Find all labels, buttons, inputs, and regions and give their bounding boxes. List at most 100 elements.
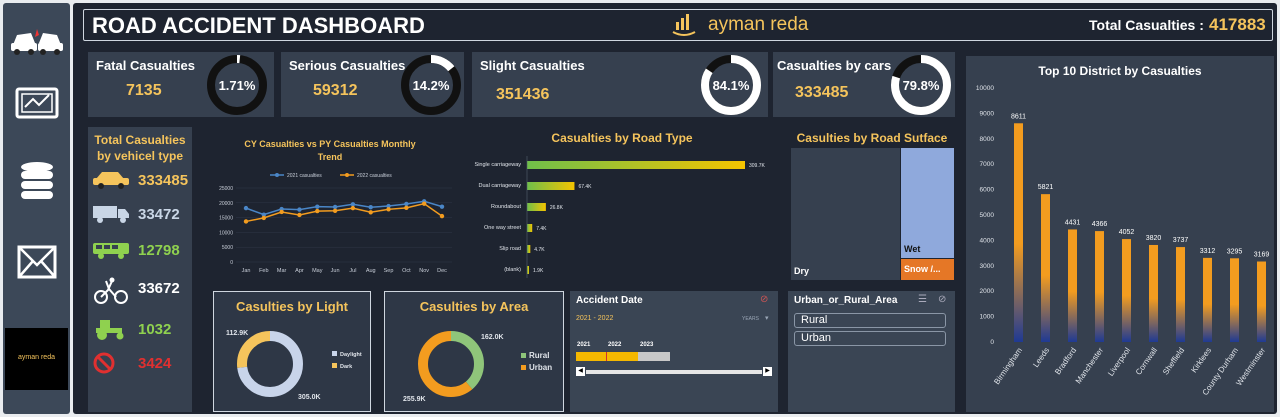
series-point: [315, 204, 320, 209]
legend-marker: [275, 173, 279, 177]
area-donut-chart: 162.0K 255.9K Rural Urban: [403, 331, 552, 403]
mail-icon[interactable]: [11, 243, 63, 283]
chart-title: Top 10 District by Casualties: [1038, 64, 1202, 78]
scroll-left-icon[interactable]: ◀: [576, 367, 585, 376]
x-tick-label: Manchester: [1074, 346, 1106, 386]
category-label: Roundabout: [491, 204, 521, 210]
series-point: [332, 204, 338, 210]
kpi-value: 333485: [795, 84, 849, 101]
sidebar-logo: ayman reda: [5, 328, 68, 390]
bar: [1230, 258, 1239, 342]
series-point: [261, 215, 267, 221]
vehicle-subtitle: by vehicel type: [96, 149, 184, 163]
data-label: 3312: [1200, 248, 1216, 255]
line-chart: 2021 casualties 2022 casualties 25000 20000…: [219, 173, 452, 274]
money-hand-icon: [672, 14, 696, 36]
data-label: 4052: [1119, 229, 1135, 236]
y-tick-label: 15000: [219, 216, 233, 222]
series-point: [386, 207, 391, 212]
series-point: [368, 205, 373, 210]
kpi-label: Fatal Casualties: [96, 58, 195, 73]
legend-label: 2021 casualties: [287, 173, 322, 179]
legend-swatch: [332, 351, 337, 356]
x-tick-label: Sep: [384, 268, 394, 274]
page-title: ROAD ACCIDENT DASHBOARD: [92, 13, 425, 38]
y-tick-label: 3000: [980, 263, 995, 270]
series-point: [315, 208, 320, 214]
legend-swatch: [521, 353, 526, 358]
tractor-icon: [92, 318, 130, 345]
category-label: Single carriageway: [475, 162, 522, 168]
vehicle-value: 3424: [138, 355, 172, 372]
chart-title: Casulties by Area: [419, 299, 529, 314]
slicer-option-rural[interactable]: Rural: [794, 313, 946, 328]
series-point: [421, 201, 427, 206]
bar: [527, 182, 575, 190]
data-label: 3737: [1173, 237, 1189, 244]
data-label: 5821: [1038, 184, 1054, 191]
legend-label: 2022 casualties: [357, 173, 392, 179]
timeline-slicer[interactable]: Accident Date ⊘ 2021 - 2022 YEARS ▾ 2021…: [570, 291, 778, 412]
surface-snow-label: Snow /...: [904, 264, 941, 274]
scroll-right-icon[interactable]: ▶: [763, 367, 772, 376]
y-tick-label: 10000: [219, 230, 233, 236]
kpi-donut: 84.1%: [701, 55, 761, 115]
y-tick-label: 8000: [980, 136, 995, 143]
series-point: [404, 201, 409, 207]
slicer-option-urban[interactable]: Urban: [794, 331, 946, 346]
bar: [1068, 229, 1077, 342]
kpi-label: Slight Casualties: [480, 58, 585, 73]
y-tick-label: 10000: [976, 85, 994, 92]
timeline-unit[interactable]: YEARS: [742, 316, 759, 322]
timeline-selected-bar[interactable]: [576, 352, 638, 361]
timeline-scrollbar[interactable]: [586, 370, 762, 374]
timeline-unit-chevron-icon[interactable]: ▾: [765, 314, 769, 322]
series-line: [245, 200, 443, 216]
x-tick-label: Mar: [277, 268, 287, 274]
series-point: [243, 219, 249, 224]
x-tick-label: Jul: [349, 268, 356, 274]
vehicle-row: 1032: [92, 318, 192, 342]
chart-title: Casulties by Light: [236, 299, 348, 314]
category-label: One way street: [484, 225, 521, 231]
road-type-chart: Single carriageway 309.7K Dual carriageway…: [475, 156, 766, 278]
legend-swatch: [332, 363, 337, 368]
clear-filter-icon[interactable]: ⊘: [938, 294, 946, 305]
sidebar: ayman reda: [3, 3, 70, 414]
data-label: 7.4K: [536, 226, 547, 232]
y-tick-label: 0: [990, 339, 994, 346]
vehicle-title: Total Casualties: [94, 133, 186, 147]
taxi-icon: [92, 169, 130, 194]
tablet-chart-icon[interactable]: [11, 83, 63, 123]
kpi-donut: 14.2%: [401, 55, 461, 115]
x-tick-label: Dec: [437, 268, 447, 274]
multi-select-icon[interactable]: ☰: [918, 294, 927, 305]
kpi-pct: 14.2%: [413, 78, 450, 93]
vehicle-row: 12798: [92, 239, 192, 263]
bar: [1149, 244, 1158, 342]
car-crash-icon[interactable]: [11, 19, 63, 59]
bar: [527, 245, 531, 253]
legend-label: Daylight: [340, 352, 362, 358]
vehicle-value: 33472: [138, 206, 180, 223]
y-tick-label: 4000: [980, 237, 995, 244]
data-label: 162.0K: [481, 334, 504, 341]
brand-name: ayman reda: [708, 14, 809, 35]
bar: [1041, 194, 1050, 342]
area-slicer[interactable]: Urban_or_Rural_Area ☰ ⊘ Rural Urban: [788, 291, 955, 412]
kpi-pct: 79.8%: [903, 78, 940, 93]
bar: [527, 203, 546, 211]
kpi-value: 59312: [313, 82, 358, 99]
x-tick-label: Jun: [331, 268, 340, 274]
x-tick-label: Liverpool: [1106, 346, 1132, 378]
surface-wet: Wet: [901, 148, 954, 258]
data-label: 3169: [1254, 252, 1270, 259]
timeline-unselected-bar[interactable]: [638, 352, 670, 361]
clear-filter-icon[interactable]: ⊘: [760, 294, 768, 305]
database-icon[interactable]: [11, 161, 63, 201]
x-tick-label: Nov: [419, 268, 429, 274]
bar: [1176, 247, 1185, 342]
series-point: [350, 205, 356, 211]
x-tick-label: Feb: [259, 268, 268, 274]
kpi-pct: 1.71%: [219, 78, 256, 93]
